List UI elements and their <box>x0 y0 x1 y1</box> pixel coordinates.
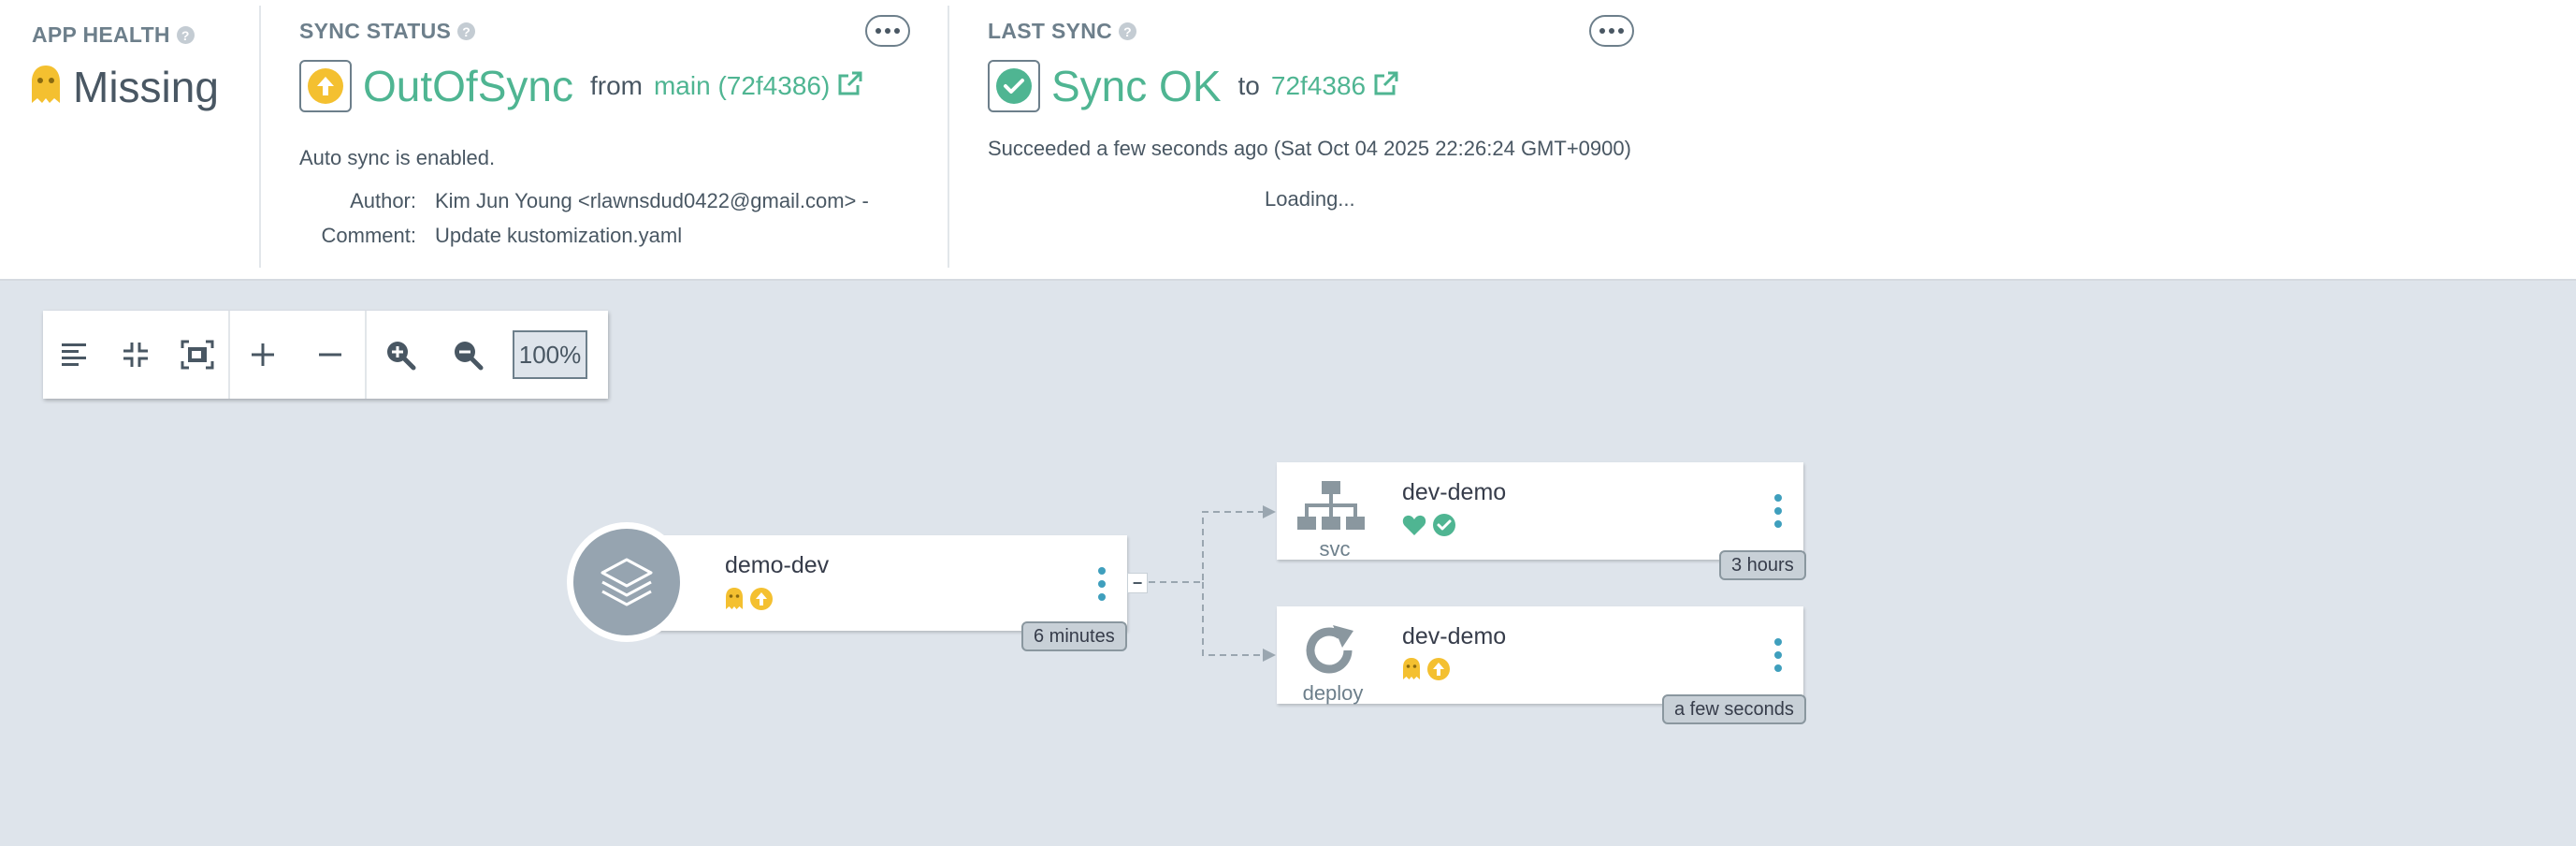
graph-edges <box>1149 505 1276 662</box>
network-icon <box>1297 481 1365 538</box>
node-status-icons <box>725 587 774 616</box>
layers-icon <box>567 522 687 642</box>
node-menu-button[interactable] <box>1773 494 1784 528</box>
node-name: dev-demo <box>1402 623 1507 649</box>
node-status-icons <box>1402 513 1456 542</box>
app-node-demo-dev[interactable]: demo-dev <box>627 535 1127 631</box>
node-status-icons <box>1402 657 1451 686</box>
check-circle-icon <box>1432 513 1456 542</box>
resource-node-svc-dev-demo[interactable]: svc dev-demo <box>1277 462 1803 561</box>
out-of-sync-icon <box>1426 657 1451 686</box>
age-badge: 6 minutes <box>1021 621 1127 651</box>
ghost-icon <box>1402 657 1421 686</box>
out-of-sync-icon <box>749 587 774 616</box>
age-badge: a few seconds <box>1662 694 1806 724</box>
node-kind-label: svc <box>1319 537 1351 561</box>
age-badge: 3 hours <box>1719 550 1806 580</box>
collapse-button[interactable]: − <box>1127 573 1148 593</box>
node-menu-button[interactable] <box>1773 638 1784 672</box>
heart-icon <box>1402 514 1426 541</box>
resource-node-deploy-dev-demo[interactable]: deploy dev-demo <box>1277 606 1803 705</box>
node-name: demo-dev <box>725 552 830 578</box>
node-kind-label: deploy <box>1302 681 1364 705</box>
node-menu-button[interactable] <box>1096 567 1107 601</box>
ghost-icon <box>725 587 744 616</box>
redo-icon <box>1303 623 1361 682</box>
node-name: dev-demo <box>1402 479 1507 505</box>
